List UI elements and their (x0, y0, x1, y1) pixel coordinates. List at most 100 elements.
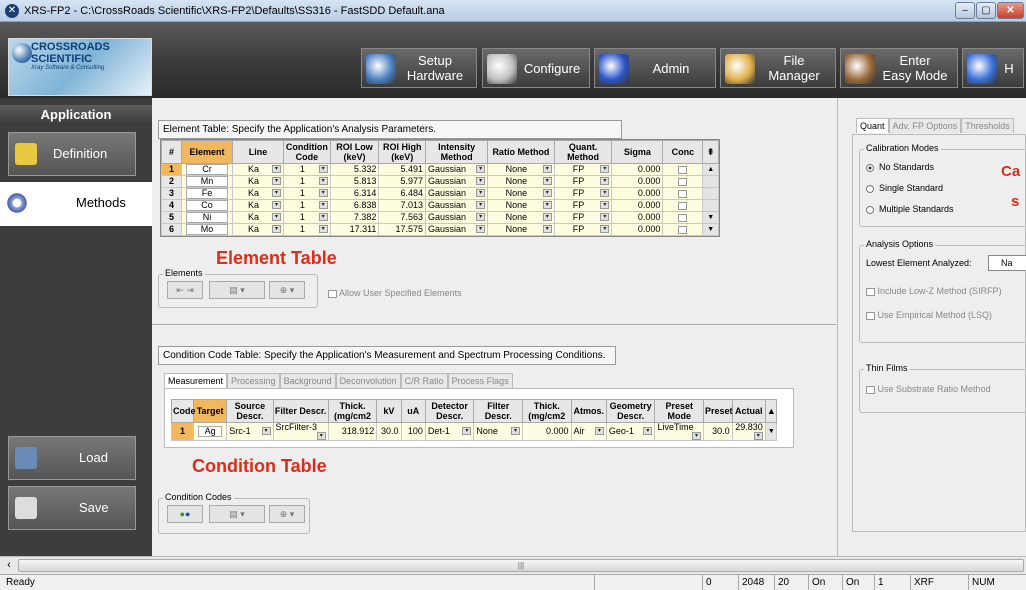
element-cell-int[interactable]: Gaussian ▾ (425, 199, 489, 212)
dropdown-arrow-icon[interactable]: ▾ (261, 427, 271, 435)
element-cell-int[interactable]: Gaussian ▾ (425, 223, 489, 236)
dropdown-arrow-icon[interactable]: ▾ (542, 177, 552, 185)
table-row[interactable]: 5 Ni Ka ▾ 1 ▾ 7.382 7.563 Gaussian ▾ None ▾ FP ▾ 0.000… (161, 211, 719, 224)
element-cell-ratio[interactable]: None ▾ (487, 223, 555, 236)
element-cell-cond[interactable]: 1 ▾ (283, 163, 331, 176)
dropdown-arrow-icon[interactable]: ▾ (476, 165, 486, 173)
minimize-button[interactable]: – (955, 2, 975, 19)
dropdown-arrow-icon[interactable]: ▾ (510, 427, 520, 435)
load-button[interactable]: Load (8, 436, 136, 480)
low-z-checkbox[interactable] (866, 287, 875, 296)
conc-cell[interactable] (662, 223, 704, 236)
dropdown-arrow-icon[interactable]: ▾ (542, 165, 552, 173)
maximize-button[interactable]: ▢ (976, 2, 996, 19)
empirical-option[interactable]: Use Empirical Method (LSQ) (866, 310, 992, 320)
conc-cell[interactable] (662, 211, 704, 224)
dropdown-arrow-icon[interactable]: ▾ (542, 201, 552, 209)
tab-quant[interactable]: Quant (856, 118, 889, 133)
sidebar-item-methods[interactable]: Methods (0, 182, 152, 226)
table-scroll-up-icon[interactable]: ▲ (764, 399, 778, 423)
dropdown-arrow-icon[interactable]: ▾ (272, 189, 282, 197)
dropdown-arrow-icon[interactable]: ▾ (476, 213, 486, 221)
toolbar-button-4[interactable]: Enter Easy Mode (840, 48, 958, 88)
dropdown-arrow-icon[interactable]: ▾ (318, 165, 328, 173)
dropdown-arrow-icon[interactable]: ▾ (476, 201, 486, 209)
dropdown-arrow-icon[interactable]: ▾ (542, 213, 552, 221)
scroll-thumb[interactable]: ||| (18, 559, 1024, 572)
dropdown-arrow-icon[interactable]: ▾ (272, 177, 282, 185)
element-cell-ratio[interactable]: None ▾ (487, 187, 555, 200)
element-cell-el[interactable]: Cr (180, 163, 234, 176)
scroll-cell[interactable] (702, 187, 719, 200)
tab-adv-fp-options[interactable]: Adv. FP Options (888, 118, 962, 133)
dropdown-arrow-icon[interactable]: ▾ (318, 177, 328, 185)
element-cell-el[interactable]: Mo (180, 223, 234, 236)
dropdown-arrow-icon[interactable]: ▾ (272, 213, 282, 221)
dropdown-arrow-icon[interactable]: ▾ (318, 189, 328, 197)
element-cell-line[interactable]: Ka ▾ (231, 175, 285, 188)
conc-checkbox[interactable] (678, 225, 688, 234)
condition-cell-atmos[interactable]: Air ▾ (570, 422, 607, 441)
element-cell-el[interactable]: Ni (180, 211, 234, 224)
table-row[interactable]: 1 Cr Ka ▾ 1 ▾ 5.332 5.491 Gaussian ▾ None ▾ FP ▾ 0.000… (161, 163, 719, 176)
element-cell-ratio[interactable]: None ▾ (487, 175, 555, 188)
save-button[interactable]: Save (8, 486, 136, 530)
calibration-option-1[interactable]: Single Standard (866, 183, 943, 193)
add-remove-element-button[interactable]: ⇤ ⇥ (167, 281, 203, 299)
dropdown-arrow-icon[interactable]: ▾ (600, 177, 610, 185)
table-row[interactable]: 2 Mn Ka ▾ 1 ▾ 5.813 5.977 Gaussian ▾ None ▾ FP ▾ 0.000 (161, 175, 719, 188)
condition-cell-actual[interactable]: 29.830 ▾ (731, 422, 766, 441)
element-cell-quant[interactable]: FP ▾ (553, 175, 613, 188)
element-cell-line[interactable]: Ka ▾ (231, 211, 285, 224)
empirical-checkbox[interactable] (866, 311, 875, 320)
low-z-option[interactable]: Include Low-Z Method (SIRFP) (866, 286, 1002, 296)
tab-c-r-ratio[interactable]: C/R Ratio (400, 373, 448, 388)
dropdown-arrow-icon[interactable]: ▾ (476, 189, 486, 197)
dropdown-arrow-icon[interactable]: ▾ (542, 189, 552, 197)
dropdown-arrow-icon[interactable]: ▾ (600, 225, 610, 233)
toolbar-button-2[interactable]: Admin (594, 48, 716, 88)
toolbar-button-3[interactable]: File Manager (720, 48, 836, 88)
table-row[interactable]: 4 Co Ka ▾ 1 ▾ 6.838 7.013 Gaussian ▾ None ▾ FP ▾ 0.000 (161, 199, 719, 212)
element-cell-quant[interactable]: FP ▾ (553, 211, 613, 224)
dropdown-arrow-icon[interactable]: ▾ (316, 432, 326, 440)
condition-cell-det[interactable]: Det-1 ▾ (424, 422, 475, 441)
condition-cell-source[interactable]: Src-1 ▾ (226, 422, 274, 441)
allow-user-checkbox[interactable] (328, 289, 337, 298)
dropdown-arrow-icon[interactable]: ▾ (476, 225, 486, 233)
dropdown-arrow-icon[interactable]: ▾ (643, 427, 653, 435)
dropdown-arrow-icon[interactable]: ▾ (318, 213, 328, 221)
scroll-cell[interactable] (702, 175, 719, 188)
element-cell-cond[interactable]: 1 ▾ (283, 175, 331, 188)
tab-process-flags[interactable]: Process Flags (447, 373, 513, 388)
element-cell-cond[interactable]: 1 ▾ (283, 187, 331, 200)
toolbar-button-0[interactable]: Setup Hardware (361, 48, 477, 88)
conc-cell[interactable] (662, 187, 704, 200)
element-cell-quant[interactable]: FP ▾ (553, 223, 613, 236)
scroll-left-arrow-icon[interactable]: ‹ (2, 559, 16, 572)
toolbar-button-1[interactable]: Configure (482, 48, 590, 88)
dropdown-arrow-icon[interactable]: ▾ (272, 165, 282, 173)
conc-checkbox[interactable] (678, 189, 688, 198)
dropdown-arrow-icon[interactable]: ▾ (318, 225, 328, 233)
conc-checkbox[interactable] (678, 201, 688, 210)
calibration-option-0[interactable]: No Standards (866, 162, 934, 172)
condition-cell-mode[interactable]: LiveTime ▾ (654, 422, 704, 441)
radio-button[interactable] (866, 184, 874, 193)
element-cell-quant[interactable]: FP ▾ (553, 187, 613, 200)
element-cell-cond[interactable]: 1 ▾ (283, 223, 331, 236)
calibration-option-2[interactable]: Multiple Standards (866, 204, 954, 214)
element-cell-quant[interactable]: FP ▾ (553, 199, 613, 212)
dropdown-arrow-icon[interactable]: ▾ (318, 201, 328, 209)
radio-button[interactable] (866, 163, 874, 172)
element-cell-ratio[interactable]: None ▾ (487, 199, 555, 212)
conc-cell[interactable] (662, 163, 704, 176)
table-row[interactable]: 6 Mo Ka ▾ 1 ▾ 17.311 17.575 Gaussian ▾ None ▾ FP ▾ 0.0… (161, 223, 719, 236)
table-row[interactable]: 3 Fe Ka ▾ 1 ▾ 6.314 6.484 Gaussian ▾ None ▾ FP ▾ 0.000 (161, 187, 719, 200)
element-cell-ratio[interactable]: None ▾ (487, 163, 555, 176)
move-condition-button[interactable]: ⊕ ▾ (269, 505, 305, 523)
substrate-ratio-checkbox[interactable] (866, 385, 875, 394)
dropdown-arrow-icon[interactable]: ▾ (272, 225, 282, 233)
element-cell-line[interactable]: Ka ▾ (231, 163, 285, 176)
toolbar-button-5[interactable]: H (962, 48, 1024, 88)
